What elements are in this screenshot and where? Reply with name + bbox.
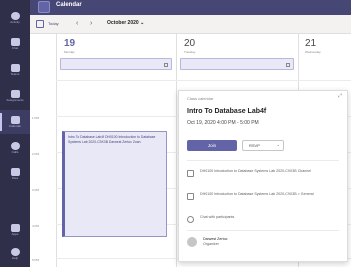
hour-label: 3 PM bbox=[32, 188, 40, 192]
teams-calendar-window: Activity Chat Teams Assignments Calendar… bbox=[0, 0, 351, 267]
divider bbox=[187, 160, 339, 161]
calendar-small-icon bbox=[36, 20, 44, 28]
day-number: 19 bbox=[64, 38, 76, 49]
join-button[interactable]: Join bbox=[187, 140, 237, 151]
allday-slot[interactable] bbox=[180, 58, 294, 70]
help-icon bbox=[10, 248, 20, 256]
app-header: Calendar bbox=[30, 0, 351, 15]
event-time: Oct 19, 2020 4:00 PM - 5:00 PM bbox=[187, 120, 259, 126]
rail-label: Apps bbox=[11, 232, 19, 236]
rail-label: Teams bbox=[10, 72, 20, 76]
phone-icon bbox=[10, 142, 20, 150]
allday-slot[interactable] bbox=[60, 58, 172, 70]
rail-item-teams[interactable]: Teams bbox=[0, 58, 30, 82]
rail-label: Activity bbox=[10, 20, 20, 24]
rail-label: Help bbox=[11, 256, 19, 260]
event-text: Intro To Database Lab4f DH0100 Introduct… bbox=[68, 135, 156, 144]
rail-item-calls[interactable]: Calls bbox=[0, 136, 30, 160]
organizer-row[interactable]: Darwest Zertoc Organizer bbox=[187, 237, 339, 247]
teams-icon bbox=[10, 64, 20, 72]
event-icon bbox=[164, 63, 168, 67]
rail-label: Calendar bbox=[8, 124, 22, 128]
day-header-tuesday[interactable]: 20 Tuesday bbox=[184, 38, 196, 55]
hour-label: 4 PM bbox=[32, 224, 40, 228]
divider bbox=[187, 230, 339, 231]
hour-line bbox=[56, 80, 351, 81]
rail-item-assignments[interactable]: Assignments bbox=[0, 84, 30, 108]
day-header-wednesday[interactable]: 21 Wednesday bbox=[305, 38, 321, 55]
chat-icon bbox=[187, 216, 194, 223]
chat-participants-link: Chat with participants bbox=[200, 215, 235, 219]
chevron-down-icon: ⌄ bbox=[276, 142, 280, 147]
team-icon bbox=[187, 193, 194, 200]
bell-icon bbox=[10, 12, 20, 20]
day-name: Wednesday bbox=[305, 50, 321, 54]
rail-item-chat[interactable]: Chat bbox=[0, 32, 30, 56]
hour-label: 5 PM bbox=[32, 258, 40, 262]
event-channel: DH0100 Introduction to Database Systems … bbox=[200, 169, 312, 173]
rail-item-help[interactable]: Help bbox=[0, 242, 30, 266]
next-week-button[interactable]: › bbox=[90, 19, 92, 28]
day-divider bbox=[56, 34, 57, 267]
calendar-app-icon bbox=[38, 1, 50, 13]
event-location: DH0100 Introduction to Database Systems … bbox=[200, 192, 314, 196]
month-selector[interactable]: October 2020 ⌄ bbox=[107, 20, 144, 26]
event-details-popup: Class calendar ⤢ Intro To Database Lab4f… bbox=[178, 90, 348, 262]
channel-icon bbox=[187, 170, 194, 177]
rail-label: Files bbox=[11, 176, 19, 180]
day-number: 20 bbox=[184, 38, 196, 49]
calendar-toolbar: Today ‹ › October 2020 ⌄ bbox=[30, 15, 351, 34]
rail-item-activity[interactable]: Activity bbox=[0, 6, 30, 30]
chat-participants-row[interactable]: Chat with participants bbox=[187, 215, 339, 223]
rail-item-calendar[interactable]: Calendar bbox=[0, 110, 30, 134]
hour-label: 1 PM bbox=[32, 116, 40, 120]
rsvp-label: RSVP bbox=[249, 143, 260, 148]
rail-item-apps[interactable]: Apps bbox=[0, 218, 30, 242]
expand-icon[interactable]: ⤢ bbox=[338, 93, 342, 99]
rail-label: Chat bbox=[11, 46, 19, 50]
app-rail: Activity Chat Teams Assignments Calendar… bbox=[0, 0, 30, 267]
day-header-monday[interactable]: 19 Monday bbox=[64, 38, 76, 55]
calendar-icon bbox=[10, 116, 20, 124]
avatar bbox=[187, 237, 197, 247]
rsvp-dropdown[interactable]: RSVP ⌄ bbox=[242, 140, 284, 151]
event-title: Intro To Database Lab4f bbox=[187, 108, 267, 115]
file-icon bbox=[10, 168, 20, 176]
event-icon bbox=[286, 63, 290, 67]
apps-icon bbox=[10, 224, 20, 232]
calendar-source: Class calendar bbox=[187, 96, 214, 101]
day-number: 21 bbox=[305, 38, 317, 49]
prev-week-button[interactable]: ‹ bbox=[76, 19, 78, 28]
page-title: Calendar bbox=[56, 2, 82, 8]
day-name: Monday bbox=[64, 50, 75, 54]
organizer-role: Organizer bbox=[203, 241, 219, 246]
calendar-event[interactable]: Intro To Database Lab4f DH0100 Introduct… bbox=[62, 131, 167, 237]
rail-label: Assignments bbox=[6, 98, 24, 102]
day-divider bbox=[176, 34, 177, 267]
chat-icon bbox=[10, 38, 20, 46]
hour-label: 2 PM bbox=[32, 152, 40, 156]
day-name: Tuesday bbox=[184, 50, 196, 54]
assignments-icon bbox=[10, 90, 20, 98]
rail-item-files[interactable]: Files bbox=[0, 162, 30, 186]
event-location-row[interactable]: DH0100 Introduction to Database Systems … bbox=[187, 192, 339, 200]
today-button[interactable]: Today bbox=[48, 21, 59, 26]
rail-label: Calls bbox=[11, 150, 19, 154]
event-channel-row[interactable]: DH0100 Introduction to Database Systems … bbox=[187, 169, 339, 177]
